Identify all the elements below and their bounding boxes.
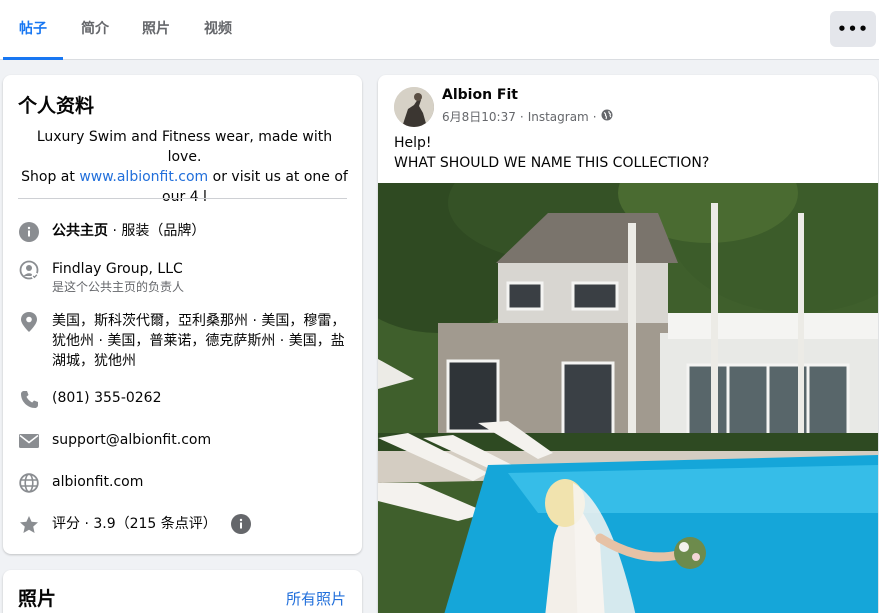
rating-text: 评分 · 3.9（215 条点评） bbox=[52, 516, 217, 532]
photos-title: 照片 bbox=[18, 588, 57, 610]
category-label: 公共主页 bbox=[52, 223, 108, 239]
bio-suffix: or visit us at one of bbox=[208, 169, 348, 185]
bio-prefix: Shop at bbox=[21, 169, 80, 185]
category-value: · 服装（品牌） bbox=[108, 223, 206, 239]
tab-videos[interactable]: 视频 bbox=[194, 0, 242, 60]
website-row: albionfit.com bbox=[18, 472, 348, 494]
phone-row: (801) 355-0262 bbox=[18, 388, 348, 410]
owner-row: Findlay Group, LLC 是这个公共主页的负责人 bbox=[18, 259, 348, 295]
post-card: Albion Fit 6月8日10:37 · Instagram · Help!… bbox=[378, 75, 878, 613]
meta-separator-2: · bbox=[592, 109, 597, 124]
intro-title: 个人资料 bbox=[18, 95, 95, 117]
tab-photos[interactable]: 照片 bbox=[132, 0, 180, 60]
post-author[interactable]: Albion Fit bbox=[442, 87, 518, 103]
globe-icon bbox=[18, 472, 40, 494]
phone-number[interactable]: (801) 355-0262 bbox=[52, 388, 162, 408]
info-icon bbox=[18, 221, 40, 243]
post-text-line-2: WHAT SHOULD WE NAME THIS COLLECTION? bbox=[394, 155, 710, 171]
post-meta: 6月8日10:37 · Instagram · bbox=[442, 108, 613, 125]
bio-text: Luxury Swim and Fitness wear, made with … bbox=[18, 127, 351, 207]
address-text: 美国，斯科茨代爾，亞利桑那州 · 美国，穆雷，犹他州 · 美国，普莱诺，德克萨斯… bbox=[52, 313, 346, 369]
rating-row: 评分 · 3.9（215 条点评） bbox=[18, 514, 348, 538]
location-pin-icon bbox=[18, 311, 40, 333]
rating-info-icon[interactable] bbox=[230, 514, 251, 538]
more-icon: ••• bbox=[837, 20, 869, 38]
email-address[interactable]: support@albionfit.com bbox=[52, 430, 211, 450]
post-text: Help! WHAT SHOULD WE NAME THIS COLLECTIO… bbox=[394, 133, 709, 173]
post-image[interactable] bbox=[378, 183, 878, 613]
bio-line-1: Luxury Swim and Fitness wear, made with … bbox=[36, 129, 333, 165]
verified-person-icon bbox=[18, 259, 40, 281]
tab-about[interactable]: 简介 bbox=[71, 0, 119, 60]
category-row: 公共主页 · 服装（品牌） bbox=[18, 221, 348, 243]
phone-icon bbox=[18, 388, 40, 410]
website-link[interactable]: albionfit.com bbox=[52, 472, 143, 492]
star-icon bbox=[18, 514, 40, 536]
post-text-line-1: Help! bbox=[394, 135, 432, 151]
photos-card: 照片 所有照片 bbox=[3, 570, 362, 613]
more-options-button[interactable]: ••• bbox=[830, 11, 876, 47]
owner-subtitle: 是这个公共主页的负责人 bbox=[52, 280, 185, 294]
public-globe-icon bbox=[601, 109, 613, 124]
bio-website-link[interactable]: www.albionfit.com bbox=[79, 169, 208, 185]
all-photos-link[interactable]: 所有照片 bbox=[286, 588, 346, 609]
tab-posts[interactable]: 帖子 bbox=[3, 0, 63, 60]
avatar[interactable] bbox=[394, 87, 434, 127]
post-timestamp[interactable]: 6月8日10:37 bbox=[442, 108, 516, 125]
intro-card: 个人资料 Luxury Swim and Fitness wear, made … bbox=[3, 75, 362, 554]
email-icon bbox=[18, 430, 40, 452]
owner-name: Findlay Group, LLC bbox=[52, 261, 183, 277]
profile-tab-bar: 帖子 简介 照片 视频 ••• bbox=[0, 0, 879, 60]
email-row: support@albionfit.com bbox=[18, 430, 348, 452]
meta-separator: · bbox=[519, 109, 524, 124]
post-source: Instagram bbox=[527, 109, 589, 124]
address-row: 美国，斯科茨代爾，亞利桑那州 · 美国，穆雷，犹他州 · 美国，普莱诺，德克萨斯… bbox=[18, 311, 348, 371]
divider bbox=[18, 198, 347, 199]
bio-line-3: our 4 l bbox=[162, 189, 207, 205]
